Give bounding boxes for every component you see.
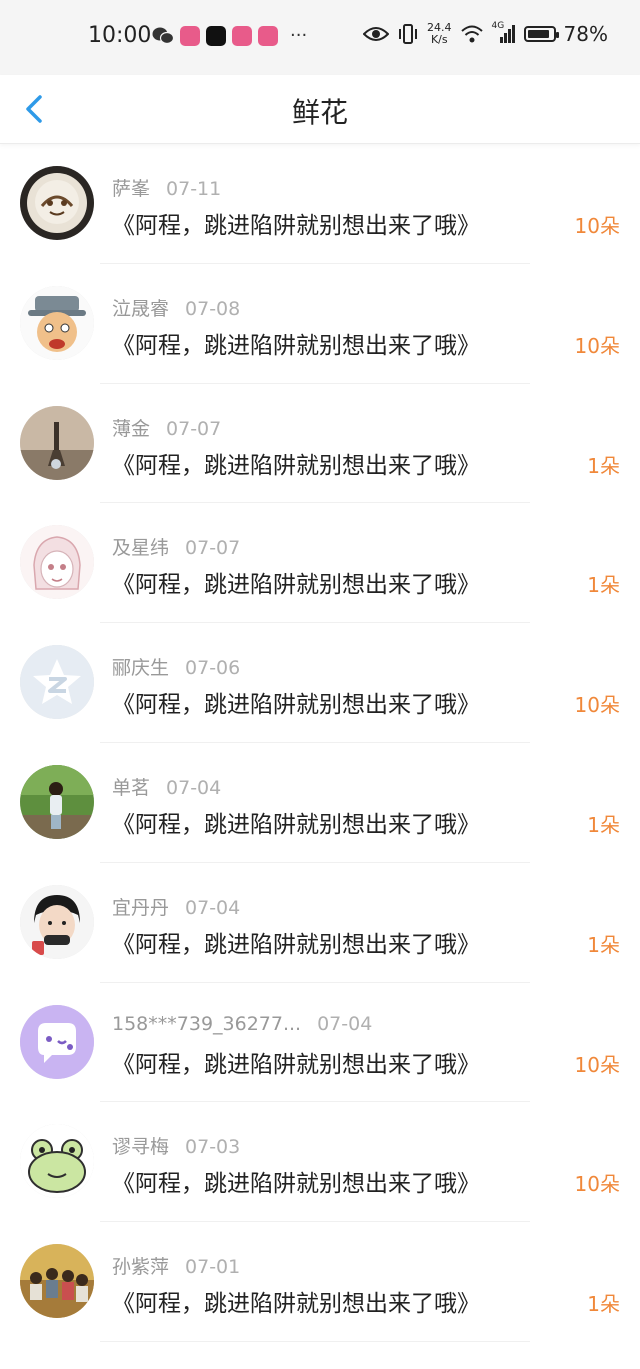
gift-date: 07-03: [185, 1136, 241, 1159]
list-item[interactable]: 158***739_36277... 07-04 《阿程，跳进陷阱就别想出来了哦》 1…: [0, 983, 640, 1103]
list-item[interactable]: 孙紫萍 07-01 《阿程，跳进陷阱就别想出来了哦》 1朵: [0, 1222, 640, 1342]
flower-count: 10朵: [574, 1052, 620, 1077]
gift-date: 07-06: [185, 657, 241, 680]
work-title: 《阿程，跳进陷阱就别想出来了哦》: [112, 213, 480, 239]
user-name: 及星纬: [112, 537, 170, 560]
list-item[interactable]: 及星纬 07-07 《阿程，跳进陷阱就别想出来了哦》 1朵: [0, 503, 640, 624]
gift-date: 07-08: [185, 297, 241, 320]
gift-date: 07-07: [166, 417, 222, 440]
notification-icons: ···: [152, 26, 307, 46]
flower-count: 1朵: [587, 573, 620, 598]
user-name: 萨峯: [112, 178, 151, 200]
user-name: 泣晟睿: [112, 297, 170, 320]
meta: 谬寻梅 07-03: [112, 1132, 240, 1159]
work-title: 《阿程，跳进陷阱就别想出来了哦》: [112, 931, 480, 958]
flower-count: 10朵: [574, 1172, 620, 1197]
meta: 158***739_36277... 07-04: [112, 1013, 372, 1035]
user-name: 158***739_36277...: [112, 1012, 302, 1035]
flower-count: 1朵: [587, 453, 620, 478]
gift-date: 07-04: [317, 1012, 373, 1035]
cell-signal-icon: 4G: [492, 21, 516, 45]
avatar[interactable]: [20, 166, 94, 240]
gift-date: 07-04: [185, 896, 241, 919]
work-title: 《阿程，跳进陷阱就别想出来了哦》: [112, 692, 480, 719]
app-notification-icon: [206, 26, 226, 46]
gift-date: 07-01: [185, 1256, 241, 1279]
user-name: 谬寻梅: [112, 1136, 170, 1159]
avatar[interactable]: [20, 1124, 94, 1199]
avatar[interactable]: [20, 525, 94, 600]
list-item[interactable]: 泣晟睿 07-08 《阿程，跳进陷阱就别想出来了哦》 10朵: [0, 264, 640, 384]
meta: 单茗 07-04: [112, 773, 221, 800]
battery-percent: 78%: [563, 22, 608, 46]
eye-icon: [363, 27, 390, 41]
meta: 宜丹丹 07-04: [112, 893, 240, 920]
battery-level: [527, 30, 550, 38]
list-item[interactable]: 萨峯 07-11 《阿程，跳进陷阱就别想出来了哦》 10朵: [0, 144, 640, 264]
status-right: 24.4 K/s 4G 78%: [363, 21, 608, 46]
gift-date: 07-07: [185, 537, 241, 560]
work-title: 《阿程，跳进陷阱就别想出来了哦》: [112, 572, 480, 599]
flower-count: 10朵: [574, 214, 620, 238]
wifi-icon: [460, 25, 483, 43]
list-item[interactable]: 单茗 07-04 《阿程，跳进陷阱就别想出来了哦》 1朵: [0, 743, 640, 863]
work-title: 《阿程，跳进陷阱就别想出来了哦》: [112, 1051, 480, 1078]
flower-count: 10朵: [574, 333, 620, 358]
app-notification-icon: [258, 26, 278, 46]
work-title: 《阿程，跳进陷阱就别想出来了哦》: [112, 811, 480, 838]
flower-count: 1朵: [587, 1292, 620, 1317]
meta: 郦庆生 07-06: [112, 653, 240, 680]
battery-icon: [523, 26, 559, 42]
app-notification-icon: [232, 26, 252, 46]
meta: 萨峯 07-11: [112, 174, 221, 201]
avatar[interactable]: [20, 1244, 94, 1319]
meta: 薄金 07-07: [112, 414, 221, 441]
list-item[interactable]: 谬寻梅 07-03 《阿程，跳进陷阱就别想出来了哦》 10朵: [0, 1102, 640, 1223]
gift-date: 07-11: [166, 178, 222, 200]
avatar[interactable]: [20, 1004, 94, 1079]
network-speed: 24.4 K/s: [427, 21, 452, 46]
user-name: 孙紫萍: [112, 1256, 170, 1279]
page-title: 鲜花: [291, 96, 348, 129]
flower-count: 10朵: [574, 693, 620, 718]
gift-date: 07-04: [166, 776, 222, 799]
avatar[interactable]: [20, 285, 94, 360]
work-title: 《阿程，跳进陷阱就别想出来了哦》: [112, 1291, 480, 1318]
divider: [100, 1340, 530, 1342]
nav-bar: 鲜花: [0, 75, 640, 144]
work-title: 《阿程，跳进陷阱就别想出来了哦》: [112, 1171, 480, 1198]
avatar[interactable]: [20, 884, 94, 959]
app-notification-icon: [180, 26, 200, 46]
work-title: 《阿程，跳进陷阱就别想出来了哦》: [112, 452, 480, 479]
list-item[interactable]: 郦庆生 07-06 《阿程，跳进陷阱就别想出来了哦》 10朵: [0, 623, 640, 743]
list-item[interactable]: 宜丹丹 07-04 《阿程，跳进陷阱就别想出来了哦》 1朵: [0, 863, 640, 983]
status-time: 10:00: [88, 23, 152, 48]
wechat-icon: [152, 27, 174, 45]
avatar[interactable]: [20, 764, 94, 839]
status-bar: 10:00 ··· 24.4 K/s 4G 78%: [0, 0, 640, 75]
avatar[interactable]: [20, 405, 94, 480]
user-name: 薄金: [112, 417, 151, 440]
user-name: 郦庆生: [112, 657, 170, 680]
more-notifications-icon: ···: [290, 25, 308, 46]
avatar[interactable]: [20, 645, 94, 720]
meta: 孙紫萍 07-01: [112, 1252, 240, 1279]
meta: 泣晟睿 07-08: [112, 294, 240, 321]
meta: 及星纬 07-07: [112, 533, 240, 560]
gift-list: 萨峯 07-11 《阿程，跳进陷阱就别想出来了哦》 10朵 泣晟睿 07-08 《阿程，跳进…: [0, 144, 640, 1342]
flower-count: 1朵: [587, 932, 620, 957]
vibrate-icon: [399, 24, 418, 44]
flower-count: 1朵: [587, 812, 620, 837]
user-name: 单茗: [112, 776, 151, 799]
work-title: 《阿程，跳进陷阱就别想出来了哦》: [112, 332, 480, 359]
user-name: 宜丹丹: [112, 896, 170, 919]
list-item[interactable]: 薄金 07-07 《阿程，跳进陷阱就别想出来了哦》 1朵: [0, 384, 640, 504]
